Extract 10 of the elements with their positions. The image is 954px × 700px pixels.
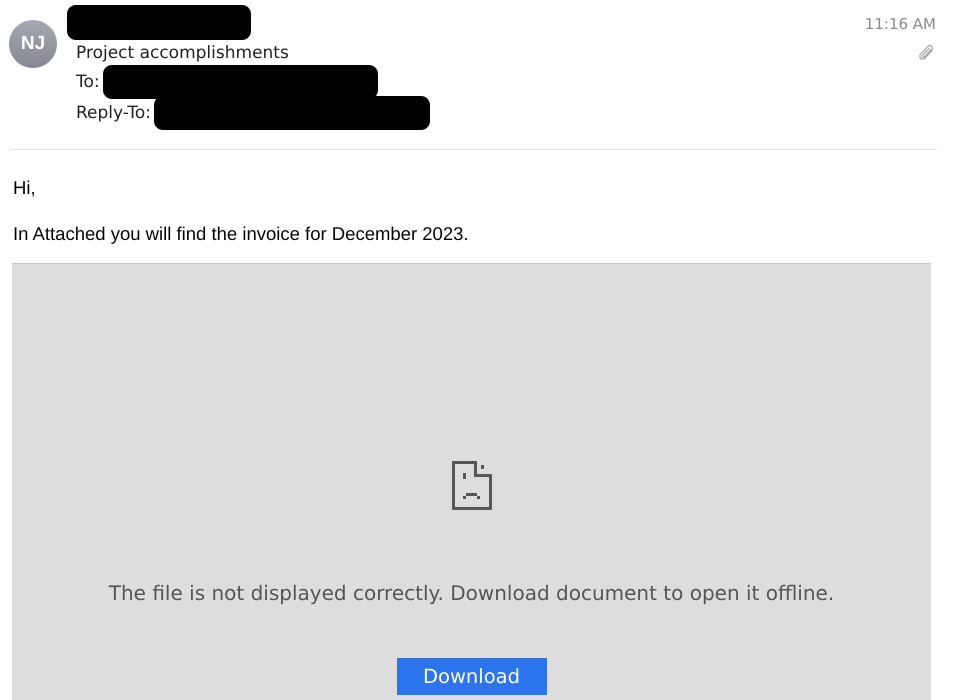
preview-error-message: The file is not displayed correctly. Download document to open it offline. — [108, 581, 834, 605]
body-paragraph: Hi, — [13, 178, 37, 198]
recipient-label: To: — [76, 70, 100, 92]
sender-avatar: NJ — [9, 20, 57, 68]
email-time: 11:16 AM — [864, 14, 936, 34]
sad-file-icon — [452, 461, 492, 510]
recipient-label: Reply-To: — [76, 102, 151, 124]
email-subject: Project accomplishments — [75, 42, 290, 65]
body-paragraph: In Attached you will find the invoice for December 2023. — [13, 224, 470, 244]
download-button[interactable]: Download — [396, 658, 546, 695]
